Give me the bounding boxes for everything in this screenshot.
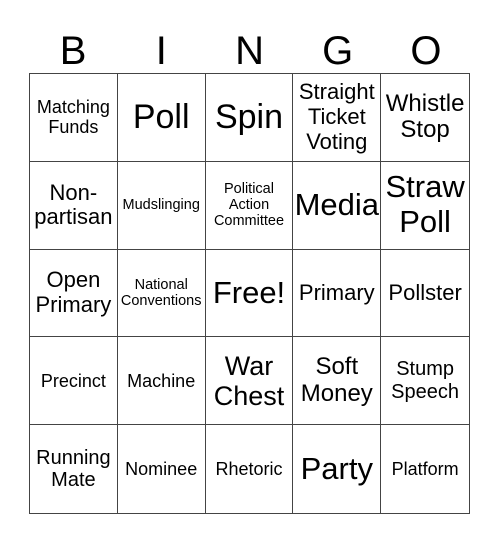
bingo-cell[interactable]: Political Action Committee xyxy=(205,161,294,250)
header-letter-n: N xyxy=(235,29,264,73)
bingo-cell[interactable]: Primary xyxy=(293,249,382,338)
bingo-cell[interactable]: Straight Ticket Voting xyxy=(293,74,382,162)
bingo-cell[interactable]: Mudslinging xyxy=(117,161,206,250)
bingo-cell[interactable]: Nominee xyxy=(118,425,206,513)
bingo-cell-free[interactable]: Free! xyxy=(205,249,294,338)
bingo-cell[interactable]: Stump Speech xyxy=(381,337,469,426)
bingo-cell[interactable]: Party xyxy=(293,425,382,513)
bingo-cell[interactable]: Machine xyxy=(117,337,206,426)
header-letter-o: O xyxy=(410,29,442,73)
bingo-cell[interactable]: National Conventions xyxy=(117,249,206,338)
bingo-cell[interactable]: Non-partisan xyxy=(30,161,118,250)
bingo-cell[interactable]: Spin xyxy=(205,74,294,162)
bingo-cell[interactable]: Rhetoric xyxy=(206,425,294,513)
bingo-cell[interactable]: Straw Poll xyxy=(381,162,469,250)
bingo-cell[interactable]: Soft Money xyxy=(293,337,382,426)
bingo-grid: Matching Funds Poll Spin Straight Ticket… xyxy=(29,73,470,514)
bingo-cell[interactable]: Poll xyxy=(117,74,206,162)
bingo-cell[interactable]: Media xyxy=(293,161,382,250)
bingo-cell[interactable]: Whistle Stop xyxy=(381,74,469,162)
header-letter-b: B xyxy=(59,29,87,73)
bingo-cell[interactable]: War Chest xyxy=(205,337,294,426)
bingo-cell[interactable]: Matching Funds xyxy=(30,74,118,162)
header-letter-i: I xyxy=(155,29,167,73)
bingo-cell[interactable]: Running Mate xyxy=(30,425,118,513)
bingo-cell[interactable]: Platform xyxy=(381,425,469,513)
bingo-header: B I N G O xyxy=(29,30,470,72)
header-letter-g: G xyxy=(322,29,354,73)
bingo-cell[interactable]: Pollster xyxy=(381,250,469,338)
bingo-cell[interactable]: Precinct xyxy=(30,337,118,426)
bingo-cell[interactable]: Open Primary xyxy=(30,249,118,338)
